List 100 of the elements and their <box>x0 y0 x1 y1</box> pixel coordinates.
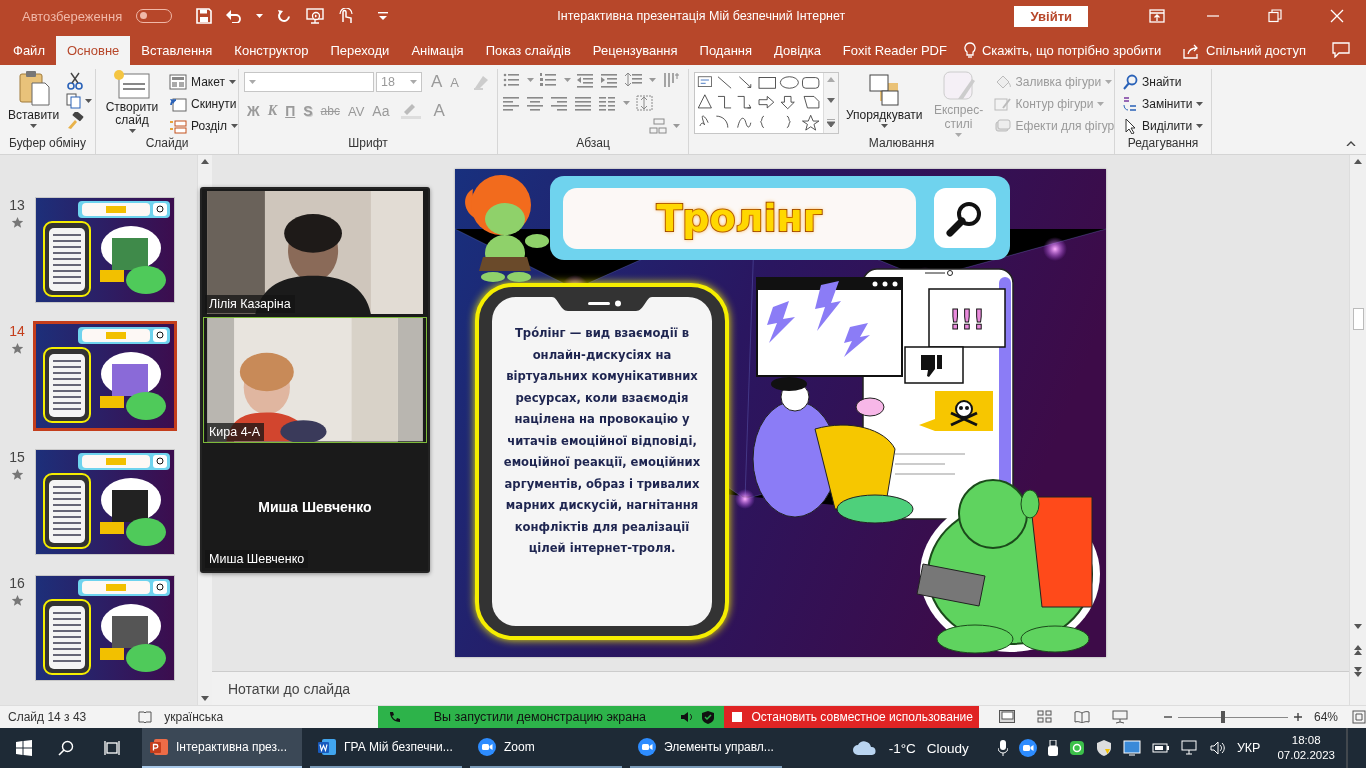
scroll-up-icon[interactable] <box>201 159 209 164</box>
cut-icon[interactable] <box>66 72 85 90</box>
scroll-down-icon[interactable] <box>201 696 209 701</box>
scroll-down-icon[interactable] <box>1354 624 1362 629</box>
weather-condition[interactable]: Cloudy <box>926 740 969 756</box>
ribbon-tab[interactable]: Рецензування <box>581 36 689 65</box>
justify-icon[interactable] <box>575 95 593 111</box>
shapes-gallery[interactable] <box>695 73 823 133</box>
next-slide-icon[interactable] <box>1354 667 1362 677</box>
task-view-icon[interactable] <box>104 740 120 756</box>
align-left-icon[interactable] <box>503 95 521 111</box>
scroll-up-icon[interactable] <box>1354 159 1362 164</box>
customize-icon[interactable] <box>378 12 389 20</box>
shield-icon[interactable] <box>1095 740 1112 756</box>
language-label[interactable]: українська <box>164 710 224 724</box>
collapse-ribbon-icon[interactable] <box>1346 140 1356 146</box>
font-name-field[interactable] <box>244 72 374 92</box>
format-painter-icon[interactable] <box>66 112 85 130</box>
close-icon[interactable] <box>1330 9 1344 23</box>
slide-sorter-icon[interactable] <box>1036 710 1052 723</box>
bullets-icon[interactable] <box>503 72 521 88</box>
battery-icon[interactable] <box>1151 743 1170 753</box>
arrange-button[interactable]: Упорядкувати <box>843 69 926 128</box>
input-language[interactable]: УКР <box>1236 741 1261 755</box>
ribbon-tab[interactable]: Foxit Reader PDF <box>831 36 958 65</box>
copy-icon[interactable] <box>66 93 83 109</box>
caret-icon <box>1097 101 1105 106</box>
ribbon-tab[interactable]: Показ слайдів <box>474 36 582 65</box>
save-icon[interactable] <box>196 8 213 24</box>
replace-button[interactable]: Замінити <box>1120 94 1206 113</box>
start-icon[interactable] <box>16 740 32 756</box>
align-center-icon[interactable] <box>527 95 545 111</box>
ribbon-tab[interactable]: Довідка <box>763 36 832 65</box>
touch-mode-icon[interactable] <box>338 8 355 24</box>
stop-share-button[interactable]: Остановить совместное использование <box>723 706 979 728</box>
new-slide-button[interactable]: Створити слайд <box>101 69 163 133</box>
tell-me-field[interactable]: Скажіть, що потрібно зробити <box>981 43 1162 58</box>
ribbon-tab[interactable]: Вставлення <box>130 36 224 65</box>
clock-date[interactable]: 07.02.2023 <box>1277 748 1335 763</box>
ribbon-tab[interactable]: Конструктор <box>223 36 320 65</box>
notes-field[interactable]: Нотатки до слайда <box>212 671 1349 705</box>
align-text-icon[interactable] <box>636 95 654 111</box>
scroll-down-icon[interactable] <box>827 98 835 103</box>
taskbar-app[interactable]: Інтерактивна през... <box>142 728 302 768</box>
columns-icon[interactable] <box>599 95 617 111</box>
find-button[interactable]: Знайти <box>1120 72 1206 91</box>
reading-view-icon[interactable] <box>1073 710 1090 723</box>
monitor-icon[interactable] <box>1122 740 1141 756</box>
restore-icon[interactable] <box>1268 9 1282 23</box>
spelling-check-icon[interactable] <box>138 710 153 724</box>
align-right-icon[interactable] <box>551 95 569 111</box>
redo-icon[interactable] <box>277 8 293 24</box>
clock-time[interactable]: 18:08 <box>1291 733 1321 748</box>
microphone-icon[interactable] <box>997 740 1008 756</box>
ribbon-tab[interactable]: Анімація <box>400 36 475 65</box>
zoom-out-icon[interactable] <box>1163 713 1172 721</box>
normal-view-icon[interactable] <box>998 710 1015 723</box>
presentation-icon[interactable] <box>306 8 325 24</box>
sign-in-button[interactable]: Увійти <box>1014 5 1088 27</box>
taskbar-app[interactable]: Элементы управл... <box>630 728 782 768</box>
previous-slide-icon[interactable] <box>1354 645 1362 655</box>
comment-icon[interactable] <box>1332 42 1350 58</box>
ribbon-tab[interactable]: Переходи <box>319 36 401 65</box>
share-button[interactable]: Спільний доступ <box>1206 43 1306 58</box>
ribbon-tab[interactable]: Основне <box>55 36 131 65</box>
slideshow-icon[interactable] <box>1111 710 1128 724</box>
more-icon[interactable] <box>827 119 835 127</box>
fit-slide-icon[interactable] <box>1352 710 1366 724</box>
section-button[interactable]: Розділ <box>167 116 238 135</box>
cloud-icon[interactable] <box>851 740 878 756</box>
network-icon[interactable] <box>1180 740 1199 756</box>
slide-thumbnail[interactable] <box>35 449 175 555</box>
reset-button[interactable]: Скинути <box>167 94 238 113</box>
decrease-indent-icon[interactable] <box>577 72 595 88</box>
slide-thumbnail[interactable] <box>35 197 175 303</box>
zoom-in-icon[interactable] <box>1293 713 1302 721</box>
undo-icon[interactable] <box>226 9 243 23</box>
temperature[interactable]: -1°C <box>888 740 916 756</box>
ribbon-display-icon[interactable] <box>1149 9 1165 23</box>
taskbar-app[interactable]: Zoom <box>470 728 622 768</box>
slide-thumbnail[interactable] <box>33 321 177 431</box>
scroll-thumb[interactable] <box>1352 308 1364 330</box>
increase-indent-icon[interactable] <box>601 72 619 88</box>
taskbar-app[interactable]: ГРА Мій безпечни... <box>310 728 462 768</box>
paste-button[interactable]: Вставити <box>5 69 63 128</box>
line-spacing-icon[interactable] <box>625 72 643 88</box>
numbering-icon[interactable] <box>540 72 558 88</box>
speaker-icon[interactable] <box>679 711 694 723</box>
ribbon-tab[interactable]: Файл <box>2 36 56 65</box>
slider-thumb[interactable] <box>1221 711 1226 723</box>
layout-button[interactable]: Макет <box>167 72 238 91</box>
search-icon[interactable] <box>58 740 74 756</box>
select-button[interactable]: Виділити <box>1120 116 1206 135</box>
zoom-level[interactable]: 64% <box>1313 710 1338 724</box>
effects-icon <box>993 117 1012 134</box>
ribbon-tab[interactable]: Подання <box>688 36 764 65</box>
usb-icon[interactable] <box>1047 740 1058 756</box>
volume-icon[interactable] <box>1209 741 1226 755</box>
app-icon[interactable] <box>1068 740 1085 756</box>
slide-thumbnail[interactable] <box>35 575 175 681</box>
